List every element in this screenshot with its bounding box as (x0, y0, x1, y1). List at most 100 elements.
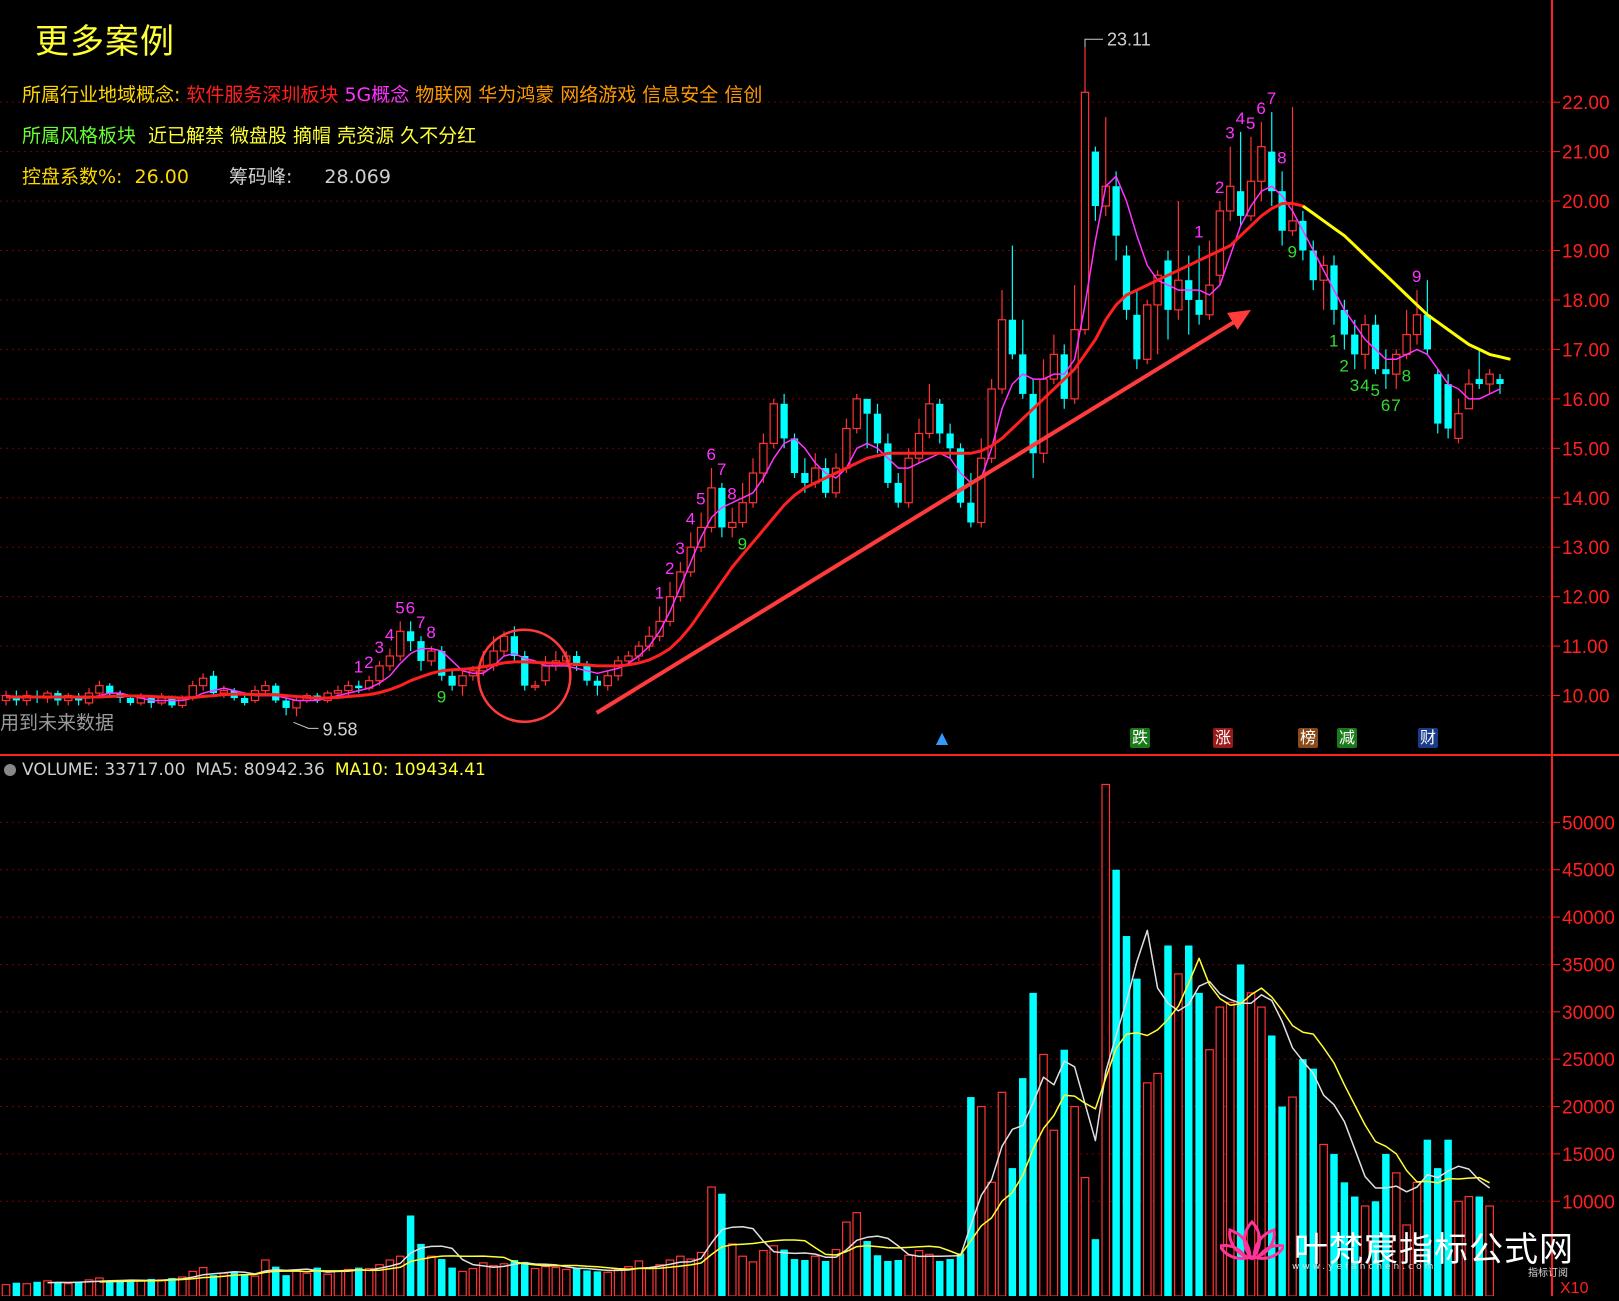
style-tag[interactable]: 摘帽 (293, 125, 331, 147)
volume-bar-up (468, 1267, 478, 1297)
candle-body-up (427, 650, 436, 662)
candle-body-up (997, 319, 1007, 390)
industry-label: 所属行业地域概念: (22, 84, 181, 106)
watermark-url: www.yefanchen.com (1292, 1262, 1437, 1272)
td-mark: 5 (395, 598, 404, 617)
volume-bar-up (333, 1270, 343, 1297)
td-mark: 2 (1339, 356, 1348, 375)
candle-body-down (1268, 151, 1276, 192)
volume-bar-down (448, 1267, 456, 1296)
volume-bar-down (801, 1260, 809, 1296)
industry-tag[interactable]: 信息安全 (642, 84, 718, 106)
candle-body-up (769, 403, 778, 444)
event-marker[interactable]: 榜 (1298, 728, 1318, 748)
candle-body-down (863, 398, 871, 414)
event-marker[interactable]: 涨 (1213, 728, 1233, 748)
candle-body-down (1423, 314, 1432, 350)
price-tick-label: 18.00 (1562, 291, 1610, 312)
volume-bar-down (884, 1260, 892, 1296)
td-mark: 4 (385, 626, 394, 645)
candle-body-up (541, 665, 550, 682)
industry-tag[interactable]: 物联网 (415, 84, 472, 106)
volume-bar-up (624, 1266, 633, 1297)
td-mark: 6 (406, 598, 415, 617)
industry-tag[interactable]: 信创 (724, 84, 762, 106)
candle-body-up (396, 630, 405, 657)
candle-body-up (977, 457, 986, 524)
volume-tick-label: 50000 (1562, 813, 1615, 834)
page-title[interactable]: 更多案例 (35, 14, 175, 63)
td-mark: 3 (675, 539, 684, 558)
volume-bar-down (74, 1281, 83, 1296)
volume-bar-up (925, 1253, 934, 1297)
volume-bar-down (1164, 945, 1172, 1296)
industry-line: 所属行业地域概念: 软件服务深圳板块 5G概念 物联网 华为鸿蒙 网络游戏 信息安全 信创 (22, 80, 774, 107)
td-mark: 4 (1236, 109, 1245, 128)
industry-tag[interactable]: 深圳板块 (262, 84, 338, 106)
td-mark: 9 (1288, 243, 1297, 262)
candle-body-down (1008, 319, 1017, 355)
candle-body-up (1402, 333, 1411, 355)
ma10-value: 109434.41 (393, 760, 486, 780)
event-marker[interactable]: 跌 (1130, 728, 1150, 748)
candle-body-down (126, 698, 135, 703)
td-mark: 9 (1412, 267, 1421, 286)
candle-body-up (198, 677, 208, 687)
volume-tick-label: 40000 (1562, 908, 1615, 929)
event-up-arrow-icon[interactable]: ▲ (932, 728, 952, 748)
volume-bar-down (438, 1259, 446, 1296)
candle-body-down (1475, 379, 1483, 385)
price-tick-label: 11.00 (1562, 637, 1608, 658)
candle-body-up (1080, 91, 1090, 331)
volume-bar-down (106, 1280, 114, 1296)
volume-bar-up (499, 1263, 509, 1297)
candle-body-down (448, 675, 456, 686)
td-mark: 7 (1267, 89, 1276, 108)
candle-body-up (333, 690, 343, 694)
event-marker[interactable]: 财 (1418, 728, 1438, 748)
candle-body-down (936, 403, 944, 434)
industry-tag[interactable]: 软件服务 (186, 84, 262, 106)
volume-bar-up (489, 1265, 498, 1297)
price-tick-label: 15.00 (1562, 439, 1610, 460)
style-tag[interactable]: 久不分红 (400, 125, 476, 147)
td-mark: 1 (1329, 332, 1338, 351)
volume-bar-up (261, 1259, 270, 1297)
industry-tag[interactable]: 网络游戏 (560, 84, 636, 106)
volume-tick-label: 25000 (1562, 1050, 1615, 1071)
candle-body-up (1143, 304, 1152, 360)
candle-body-up (1412, 314, 1422, 336)
industry-tag[interactable]: 5G概念 (344, 84, 409, 106)
td-mark: 2 (364, 653, 373, 672)
candle-body-up (728, 521, 737, 529)
td-mark: 5 (1246, 114, 1255, 133)
price-grid (0, 101, 1552, 697)
td-mark: 4 (686, 509, 695, 528)
ma5-label: MA5: (195, 760, 239, 780)
candle-body-up (759, 442, 768, 474)
volume-bar-up (634, 1260, 644, 1297)
settings-icon[interactable] (4, 764, 16, 776)
td-mark: 5 (1371, 381, 1380, 400)
volume-bar-down (116, 1281, 124, 1296)
volume-bar-down (521, 1261, 529, 1296)
volume-bar-up (738, 1255, 747, 1297)
volume-bar-up (250, 1275, 260, 1297)
td-mark: 3 (1225, 124, 1234, 143)
style-tag[interactable]: 近已解禁 (148, 125, 224, 147)
td-mark: 7 (717, 460, 726, 479)
volume-bar-up (727, 1243, 737, 1297)
style-tag[interactable]: 微盘股 (230, 125, 287, 147)
candle-body-down (884, 443, 892, 483)
td-mark: 4 (1360, 376, 1369, 395)
industry-tag[interactable]: 华为鸿蒙 (478, 84, 554, 106)
candle-body-up (738, 502, 747, 524)
style-tag[interactable]: 壳资源 (337, 125, 394, 147)
event-marker[interactable]: 减 (1337, 728, 1357, 748)
td-mark: 2 (665, 559, 674, 578)
td-mark: 3 (1350, 376, 1359, 395)
candle-body-down (790, 438, 799, 474)
volume-bar-up (1174, 973, 1183, 1297)
volume-bar-down (894, 1260, 902, 1296)
volume-bar-up (748, 1261, 758, 1297)
